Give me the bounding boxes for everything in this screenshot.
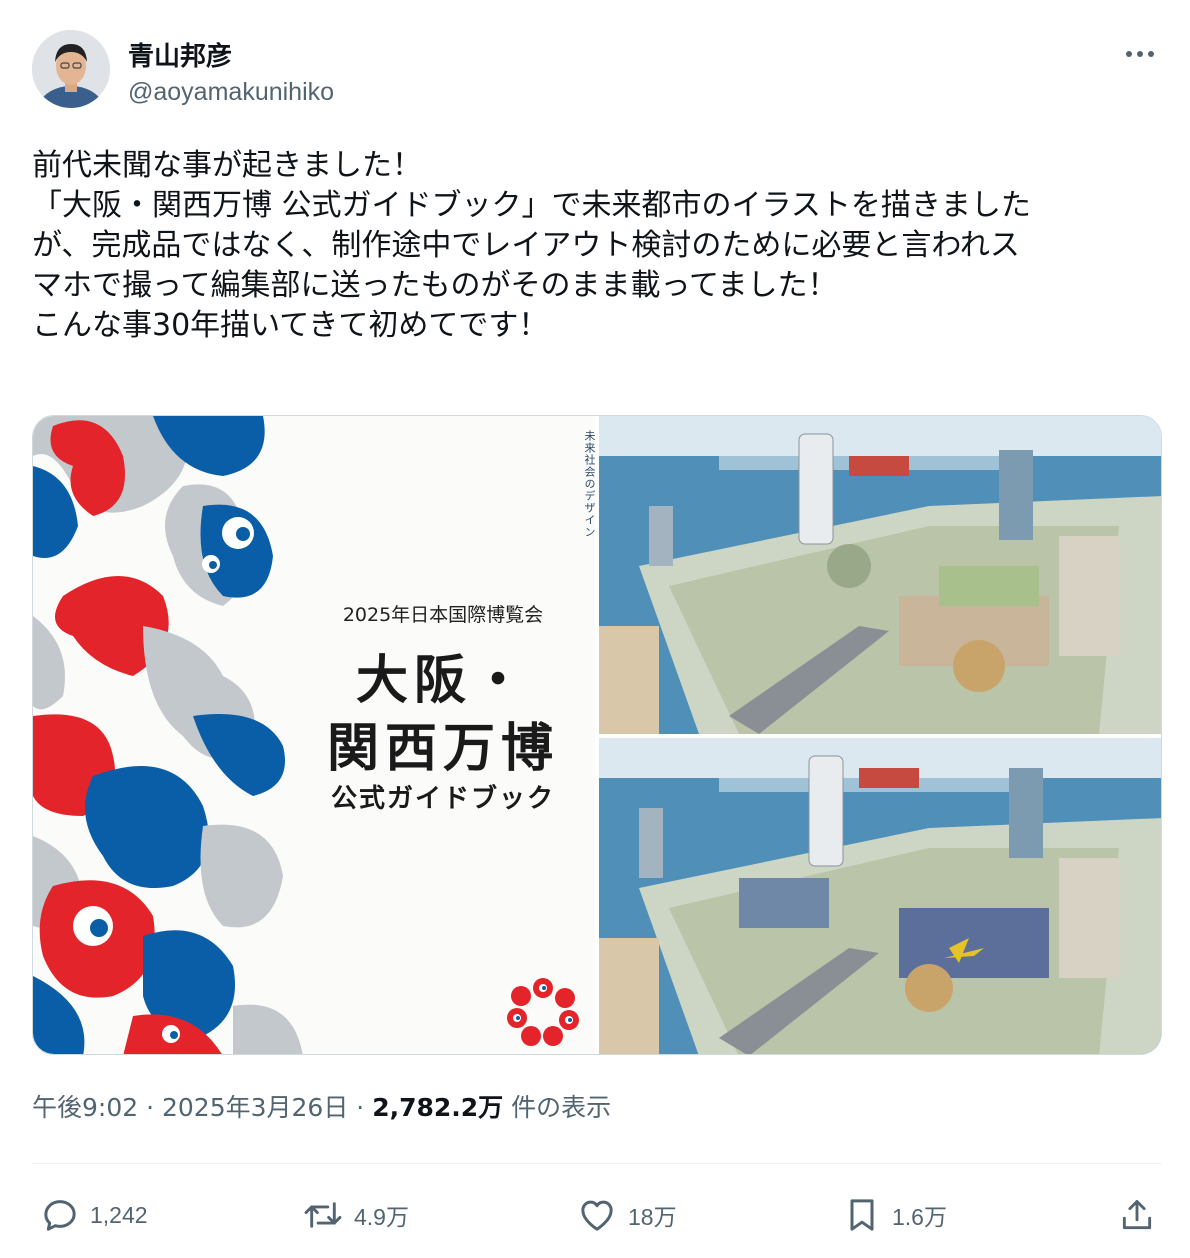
repost-count: 4.9万 <box>354 1204 409 1230</box>
cover-title: 大阪・ <box>355 651 530 711</box>
views-label: 件の表示 <box>511 1093 612 1122</box>
repost-icon <box>304 1202 342 1228</box>
tweet-line: 前代未聞な事が起きました！ <box>32 148 422 183</box>
cover-subtitle: 公式ガイドブック <box>330 784 555 814</box>
like-button[interactable]: 18万 <box>576 1190 677 1240</box>
tweet-meta: 午後9:02 · 2025年3月26日 · 2,782.2万 件の表示 <box>32 1088 611 1124</box>
divider <box>32 1163 1162 1164</box>
tweet-line: 「大阪・関西万博 公式ガイドブック」で未来都市のイラストを描きました <box>32 188 1031 223</box>
tweet-media[interactable]: 未来社会のデザイン 2025年日本国際博覧会 大阪・ 関西万博 公式ガイドブック <box>32 415 1162 1055</box>
reply-button[interactable]: 1,242 <box>40 1190 148 1240</box>
reply-icon <box>44 1200 76 1231</box>
tweet-line: こんな事30年描いてきて初めてです！ <box>32 308 549 343</box>
cover-expo-line: 2025年日本国際博覧会 <box>342 604 544 626</box>
repost-button[interactable]: 4.9万 <box>302 1190 409 1240</box>
like-count: 18万 <box>628 1204 677 1230</box>
guidebook-cover-image[interactable]: 未来社会のデザイン 2025年日本国際博覧会 大阪・ 関西万博 公式ガイドブック <box>33 416 595 1054</box>
cover-title: 関西万博 <box>326 719 559 779</box>
tweet-line: が、完成品ではなく、制作途中でレイアウト検討のために必要と言われス <box>32 228 1020 263</box>
like-icon <box>581 1200 613 1231</box>
author-handle[interactable]: @aoyamakunihiko <box>128 78 334 107</box>
more-icon[interactable] <box>1120 40 1160 68</box>
bookmark-count: 1.6万 <box>892 1204 947 1230</box>
tweet-time[interactable]: 午後9:02 <box>32 1093 138 1122</box>
avatar[interactable] <box>32 30 110 108</box>
share-button[interactable] <box>1118 1190 1156 1240</box>
future-city-illustration-draft[interactable] <box>599 738 1161 1054</box>
share-icon <box>1122 1200 1152 1230</box>
tweet-text: 前代未聞な事が起きました！ 「大阪・関西万博 公式ガイドブック」で未来都市のイラ… <box>32 146 1172 346</box>
bookmark-button[interactable]: 1.6万 <box>842 1190 947 1240</box>
cover-vertical-text: 未来社会のデザイン <box>583 430 595 538</box>
bookmark-icon <box>850 1199 874 1231</box>
reply-count: 1,242 <box>90 1201 148 1228</box>
myaku-myaku-logo <box>507 978 579 1046</box>
action-bar: 1,242 4.9万 18万 1.6万 <box>32 1190 1162 1240</box>
tweet-header: 青山邦彦 @aoyamakunihiko <box>32 30 1162 114</box>
meta-separator: · <box>146 1093 155 1122</box>
meta-separator: · <box>356 1093 365 1122</box>
author-display-name[interactable]: 青山邦彦 <box>128 36 232 73</box>
views-count: 2,782.2万 <box>372 1093 504 1122</box>
tweet-line: マホで撮って編集部に送ったものがそのまま載ってました！ <box>32 268 838 303</box>
tweet-date[interactable]: 2025年3月26日 <box>162 1093 348 1122</box>
future-city-illustration[interactable] <box>599 416 1161 734</box>
myaku-myaku-pattern <box>33 416 303 1054</box>
